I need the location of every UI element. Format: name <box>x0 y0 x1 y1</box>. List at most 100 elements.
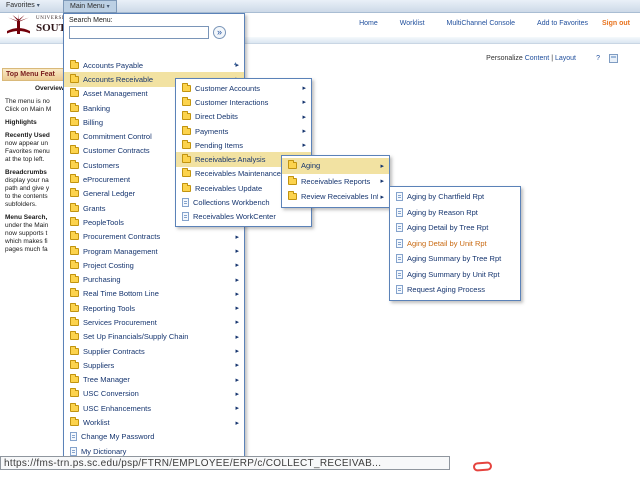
header-nav-link[interactable]: MultiChannel Console <box>447 20 515 27</box>
document-icon <box>396 239 403 248</box>
sidebar-text-line: which makes fi <box>5 238 65 246</box>
header-nav-link[interactable]: Home <box>359 20 378 27</box>
personalize-content-link[interactable]: Content <box>525 55 550 62</box>
menu-item[interactable]: Customer Interactions ▸ <box>176 95 311 109</box>
sidebar-text-line: now supports t <box>5 230 65 238</box>
menu-item-label: Aging Summary by Unit Rpt <box>407 270 509 279</box>
folder-icon <box>70 176 79 183</box>
menu-item[interactable]: USC Enhancements ▸ <box>64 401 244 415</box>
sidebar-text-line: subfolders. <box>5 201 65 209</box>
folder-icon <box>70 290 79 297</box>
folder-icon <box>70 390 79 397</box>
folder-icon <box>182 85 191 92</box>
header-nav-link[interactable]: Worklist <box>400 20 425 27</box>
menu-item-label: Set Up Financials/Supply Chain <box>83 332 233 341</box>
main-menu-button[interactable]: Main Menu▾ <box>63 0 117 13</box>
submenu-arrow-icon: ▸ <box>300 127 306 135</box>
menu-item[interactable]: Request Aging Process ▸ <box>390 282 520 298</box>
folder-icon <box>70 219 79 226</box>
menu-item[interactable]: Accounts Payable ▸ <box>64 58 244 72</box>
menu-item-label: Pending Items <box>195 141 300 150</box>
menu-item-label: Aging Summary by Tree Rpt <box>407 254 509 263</box>
menu-item[interactable]: Aging Detail by Tree Rpt ▸ <box>390 220 520 236</box>
sidebar-text-line: path and give y <box>5 185 65 193</box>
folder-icon <box>182 185 191 192</box>
menu-item[interactable]: Set Up Financials/Supply Chain ▸ <box>64 330 244 344</box>
status-bar-url: https://fms-trn.ps.sc.edu/psp/FTRN/EMPLO… <box>0 456 450 470</box>
scroll-up-icon[interactable]: ▲ <box>233 61 238 67</box>
submenu-arrow-icon: ▸ <box>233 261 239 269</box>
menu-item[interactable]: Supplier Contracts ▸ <box>64 344 244 358</box>
sidebar-text-line: to the contents <box>5 193 65 201</box>
menu-item[interactable]: USC Conversion ▸ <box>64 387 244 401</box>
sidebar-text-line: now appear un <box>5 140 65 148</box>
submenu-arrow-icon: ▸ <box>300 113 306 121</box>
menu-item[interactable]: Real Time Bottom Line ▸ <box>64 287 244 301</box>
menu-item[interactable]: Receivables Reports ▸ <box>282 174 389 190</box>
submenu-arrow-icon: ▸ <box>233 318 239 326</box>
main-menu-label: Main Menu <box>70 3 105 10</box>
document-icon <box>70 432 77 441</box>
menu-item[interactable]: Payments ▸ <box>176 124 311 138</box>
folder-icon <box>70 76 79 83</box>
submenu-arrow-icon: ▸ <box>233 233 239 241</box>
menu-item[interactable]: Pending Items ▸ <box>176 138 311 152</box>
search-go-icon[interactable]: » <box>213 26 226 39</box>
folder-icon <box>70 405 79 412</box>
window-icon[interactable] <box>609 54 618 63</box>
menu-item[interactable]: Tree Manager ▸ <box>64 373 244 387</box>
submenu-arrow-icon: ▸ <box>378 162 384 170</box>
menu-item[interactable]: Direct Debits ▸ <box>176 110 311 124</box>
menu-item[interactable]: Purchasing ▸ <box>64 272 244 286</box>
sidebar-body: OverviewThe menu is noClick on Main MHig… <box>2 81 65 254</box>
document-icon <box>396 223 403 232</box>
menu-search-input[interactable] <box>69 26 209 39</box>
document-icon <box>70 447 77 456</box>
header-nav-link[interactable]: Add to Favorites <box>537 20 588 27</box>
folder-icon <box>70 248 79 255</box>
personalize-layout-link[interactable]: Layout <box>555 55 576 62</box>
menu-item[interactable]: Aging ▸ <box>282 158 389 174</box>
folder-icon <box>70 119 79 126</box>
sidebar-text-line: Recently Used <box>5 132 65 140</box>
menu-item[interactable]: Aging Detail by Unit Rpt ▸ <box>390 236 520 252</box>
usc-logo <box>4 14 33 35</box>
document-icon <box>396 192 403 201</box>
search-menu-label: Search Menu: <box>69 17 239 24</box>
menu-item[interactable]: Suppliers ▸ <box>64 358 244 372</box>
help-link[interactable]: ? <box>596 55 600 62</box>
menu-item[interactable]: Change My Password ▸ <box>64 430 244 444</box>
menu-item-label: Customer Interactions <box>195 98 300 107</box>
menu-item[interactable]: Customer Accounts ▸ <box>176 81 311 95</box>
menu-item[interactable]: Aging Summary by Unit Rpt ▸ <box>390 267 520 283</box>
folder-icon <box>70 147 79 154</box>
menu-item[interactable]: Program Management ▸ <box>64 244 244 258</box>
sidebar-title: Top Menu Feat <box>2 68 65 81</box>
sidebar-text-line: Click on Main M <box>5 106 65 114</box>
menu-search-area: Search Menu: » <box>64 14 244 41</box>
top-menu-features-panel: Top Menu Feat OverviewThe menu is noClic… <box>2 68 65 254</box>
folder-icon <box>182 156 191 163</box>
menu-item[interactable]: Worklist ▸ <box>64 415 244 429</box>
menu-item[interactable]: Aging by Chartfield Rpt ▸ <box>390 189 520 205</box>
menu-item[interactable]: Aging by Reason Rpt ▸ <box>390 205 520 221</box>
folder-icon <box>70 305 79 312</box>
folder-icon <box>182 113 191 120</box>
menu-item[interactable]: Review Receivables Inf ▸ <box>282 189 389 205</box>
menu-item[interactable]: Reporting Tools ▸ <box>64 301 244 315</box>
menu-item[interactable]: Services Procurement ▸ <box>64 315 244 329</box>
sidebar-text-line: Breadcrumbs <box>5 169 65 177</box>
folder-icon <box>288 193 297 200</box>
menu-item-label: Purchasing <box>83 275 233 284</box>
menu-item[interactable]: Aging Summary by Tree Rpt ▸ <box>390 251 520 267</box>
sign-out-link[interactable]: Sign out <box>602 20 630 27</box>
favorites-menu-button[interactable]: Favorites▾ <box>6 2 40 9</box>
submenu-arrow-icon: ▸ <box>233 347 239 355</box>
chevron-down-icon: ▾ <box>37 3 40 9</box>
menu-item[interactable]: Project Costing ▸ <box>64 258 244 272</box>
folder-icon <box>70 419 79 426</box>
folder-icon <box>70 362 79 369</box>
menu-item[interactable]: Receivables WorkCenter ▸ <box>176 210 311 224</box>
menu-item-label: USC Conversion <box>83 389 233 398</box>
menu-item[interactable]: Procurement Contracts ▸ <box>64 230 244 244</box>
